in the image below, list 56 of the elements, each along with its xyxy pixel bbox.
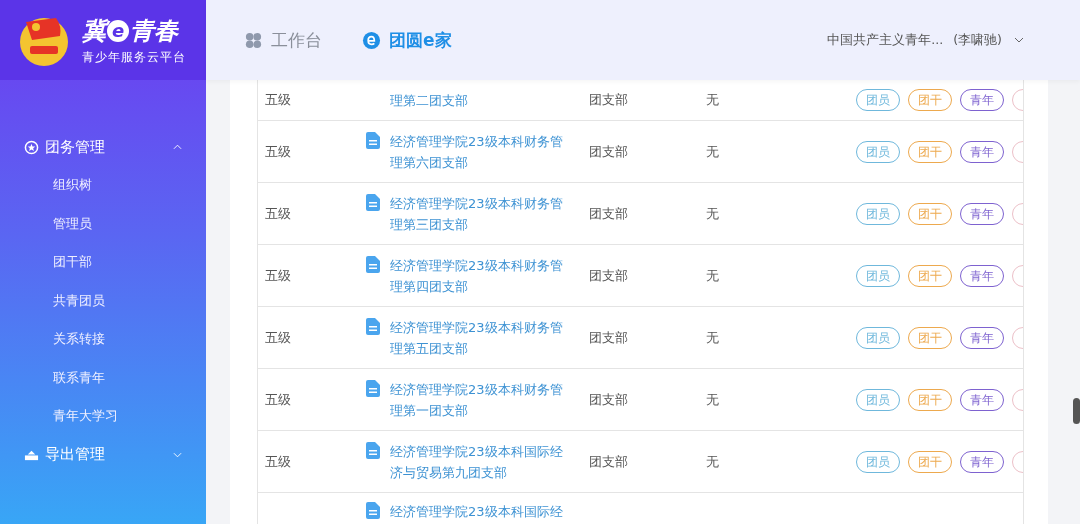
document-icon [366, 317, 380, 335]
menu-item[interactable]: 团干部 [0, 243, 206, 282]
table-cell-text: 无 [706, 142, 720, 161]
document-icon [366, 379, 380, 397]
nav-tab[interactable]: 工作台 [244, 28, 322, 52]
menu-group[interactable]: 团务管理 [0, 130, 206, 164]
org-link[interactable]: 经济管理学院23级本科财务管理第一团支部 [390, 378, 565, 421]
menu-item[interactable]: 青年大学习 [0, 397, 206, 436]
menu-group[interactable]: 导出管理 [0, 437, 206, 472]
nav-tab[interactable]: 团圆e家 [362, 28, 452, 52]
chevron-up-icon [173, 144, 182, 150]
menu-item[interactable]: 共青团员 [0, 281, 206, 320]
org-link[interactable]: 经济管理学院23级本科国际经 [390, 501, 565, 522]
org-link[interactable]: 经济管理学院23级本科财务管理第三团支部 [390, 192, 565, 235]
table-cell-text: 无 [706, 452, 720, 471]
chevron-down-icon [173, 451, 182, 458]
logo-subtitle: 青少年服务云平台 [82, 48, 186, 66]
table-cell-text: 五级 [264, 390, 292, 409]
table-cell-text: 五级 [264, 266, 292, 285]
table-cell-text: 团支部 [589, 328, 629, 347]
table-cell-text: 无 [706, 91, 720, 109]
scrollbar-thumb[interactable] [1073, 398, 1080, 424]
table-cell-text: 团支部 [589, 390, 629, 409]
table-cell-text: 团支部 [589, 91, 629, 109]
org-link[interactable]: 理第二团支部 [390, 89, 565, 111]
document-icon [366, 255, 380, 273]
table-cell-text: 五级 [264, 328, 292, 347]
table-cell-text: 五级 [264, 204, 292, 223]
document-icon [366, 502, 380, 519]
menu-item[interactable]: 组织树 [0, 166, 206, 205]
table-cell-text: 五级 [264, 452, 292, 471]
e-circle-icon [362, 30, 381, 50]
menu-item[interactable]: 关系转接 [0, 320, 206, 359]
table-cell-text: 无 [706, 328, 720, 347]
document-icon [366, 131, 380, 149]
org-link[interactable]: 经济管理学院23级本科财务管理第四团支部 [390, 254, 565, 297]
org-link[interactable]: 经济管理学院23级本科财务管理第五团支部 [390, 316, 565, 359]
table-cell-text: 团支部 [589, 452, 629, 471]
document-icon [366, 193, 380, 211]
table-cell-text: 无 [706, 266, 720, 285]
table-cell-text: 无 [706, 204, 720, 223]
table-cell-text: 团支部 [589, 266, 629, 285]
user-menu[interactable]: 中国共产主义青年... (李啸驰) [827, 31, 1024, 49]
table-cell-text: 五级 [264, 91, 292, 109]
menu-item[interactable]: 管理员 [0, 204, 206, 243]
petals-icon [244, 30, 263, 50]
table-cell-text: 无 [706, 390, 720, 409]
table-cell-text: 团支部 [589, 142, 629, 161]
table-cell-text: 五级 [264, 142, 292, 161]
org-link[interactable]: 经济管理学院23级本科国际经济与贸易第九团支部 [390, 440, 565, 483]
document-icon [366, 441, 380, 459]
org-link[interactable]: 经济管理学院23级本科财务管理第六团支部 [390, 130, 565, 173]
table-cell-text: 团支部 [589, 204, 629, 223]
menu-item[interactable]: 联系青年 [0, 358, 206, 397]
chevron-down-icon [1014, 37, 1024, 43]
logo-title: 冀 e 青春 [82, 15, 180, 47]
